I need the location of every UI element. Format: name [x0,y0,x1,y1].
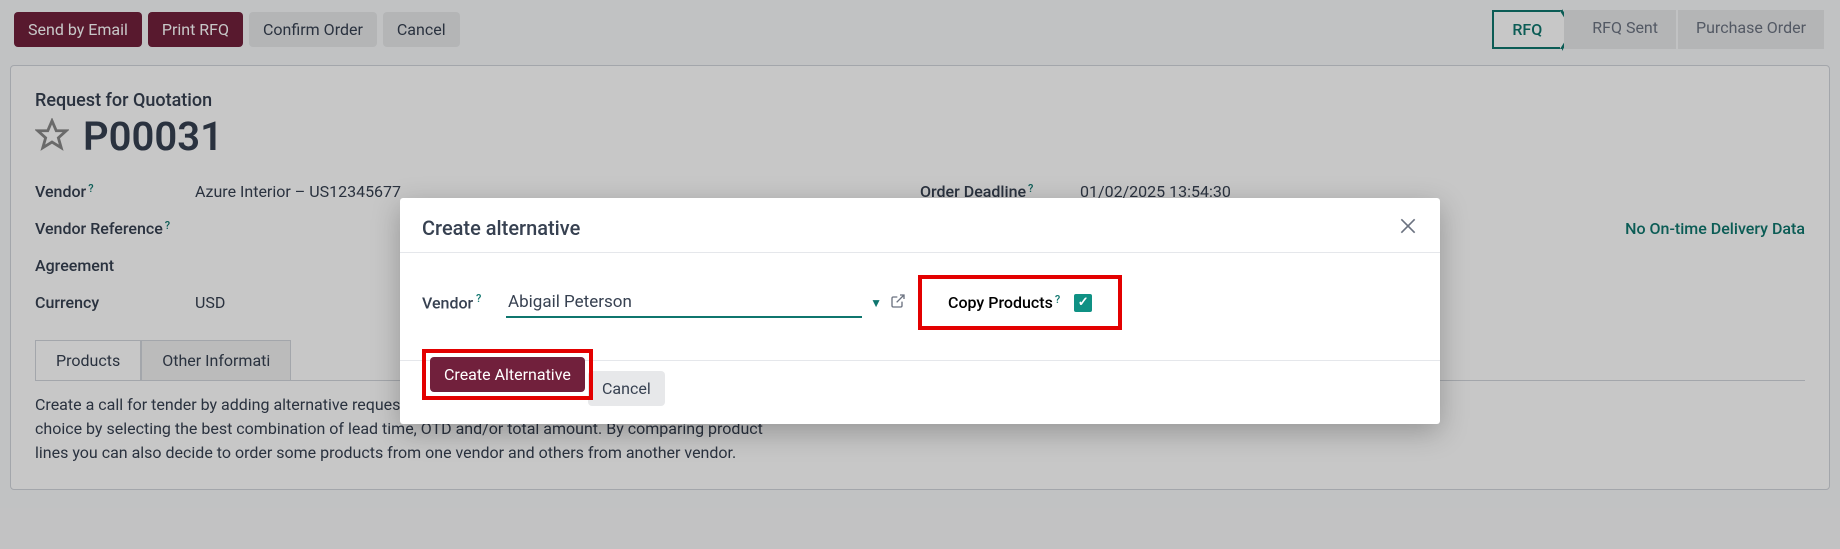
modal-cancel-button[interactable]: Cancel [588,371,665,406]
create-alternative-modal: Create alternative Vendor ? ▼ Copy Produ… [400,198,1440,424]
copy-products-checkbox[interactable] [1074,294,1092,312]
help-icon[interactable]: ? [1055,293,1060,306]
copy-products-group: Copy Products ? [918,275,1122,330]
create-alternative-button[interactable]: Create Alternative [430,357,585,392]
external-link-icon[interactable] [890,293,906,313]
modal-vendor-input[interactable] [506,288,862,318]
dropdown-caret-icon[interactable]: ▼ [870,296,882,310]
modal-vendor-label: Vendor ? [422,292,494,312]
help-icon[interactable]: ? [473,292,481,305]
modal-overlay: Create alternative Vendor ? ▼ Copy Produ… [0,0,1840,549]
close-icon[interactable] [1398,216,1418,240]
copy-products-label: Copy Products [948,293,1053,312]
modal-title: Create alternative [422,216,580,240]
create-alternative-highlight: Create Alternative [422,349,593,400]
